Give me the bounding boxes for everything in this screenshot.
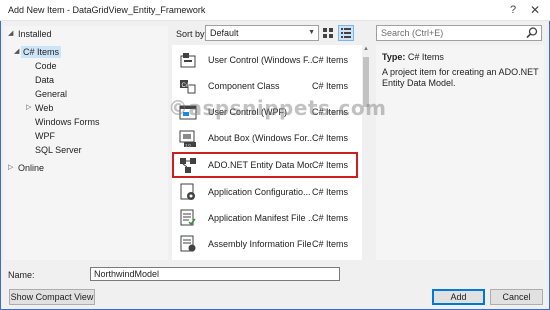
item-category: C# Items: [312, 239, 349, 249]
list-item-application-configuration[interactable]: Application Configuratio... C# Items: [172, 179, 358, 205]
tree-item-web[interactable]: Web: [35, 102, 53, 114]
item-list-scrollbar[interactable]: ▲: [362, 45, 370, 260]
list-item-user-control-wpf[interactable]: User Control (WPF) C# Items: [172, 99, 358, 125]
search-placeholder: Search (Ctrl+E): [381, 28, 444, 38]
list-item-assembly-information[interactable]: Assembly Information File C# Items: [172, 231, 358, 257]
cancel-button[interactable]: Cancel: [490, 289, 543, 305]
add-button[interactable]: Add: [432, 289, 485, 305]
collapse-arrow-icon[interactable]: ◢: [8, 28, 13, 40]
window-title: Add New Item - DataGridView_Entity_Frame…: [8, 5, 206, 15]
list-item-about-box[interactable]: 1.0 About Box (Windows For... C# Items: [172, 125, 358, 151]
item-type-label: Type:: [382, 52, 406, 62]
tree-item-general[interactable]: General: [35, 88, 67, 100]
item-category: C# Items: [312, 107, 349, 117]
item-category: C# Items: [312, 187, 349, 197]
tree-item-data[interactable]: Data: [35, 74, 54, 86]
title-bar: Add New Item - DataGridView_Entity_Frame…: [0, 0, 550, 21]
list-view-button[interactable]: [338, 25, 354, 41]
user-control-icon: [180, 53, 196, 68]
app-config-icon: [180, 183, 195, 200]
list-item-application-manifest[interactable]: Application Manifest File ... C# Items: [172, 205, 358, 231]
tree-item-wpf[interactable]: WPF: [35, 130, 55, 142]
item-name: User Control (WPF): [208, 107, 288, 117]
item-name: Component Class: [208, 81, 280, 91]
sort-value: Default: [210, 28, 239, 38]
item-name: About Box (Windows For...: [208, 133, 312, 143]
search-input[interactable]: Search (Ctrl+E): [376, 25, 542, 41]
tree-item-online[interactable]: Online: [18, 162, 44, 174]
search-icon[interactable]: [525, 26, 539, 40]
tree-item-sql-server[interactable]: SQL Server: [35, 144, 82, 156]
svg-text:1.0: 1.0: [185, 142, 191, 147]
item-name: Application Manifest File ...: [208, 213, 312, 223]
item-description: A project item for creating an ADO.NET E…: [382, 67, 539, 88]
item-name: User Control (Windows F...: [208, 55, 312, 65]
template-tree-pane: ◢ Installed ◢ C# Items Code Data General…: [4, 26, 168, 260]
tree-item-code[interactable]: Code: [35, 60, 57, 72]
item-category: C# Items: [312, 213, 349, 223]
tree-item-csharp-items[interactable]: C# Items: [21, 46, 62, 58]
svg-text:C#: C#: [182, 83, 190, 89]
item-type: Type: C# Items: [382, 52, 444, 62]
list-item-user-control-winforms[interactable]: User Control (Windows F... C# Items: [172, 47, 358, 73]
app-manifest-icon: [180, 209, 196, 226]
collapse-arrow-icon[interactable]: ◢: [14, 46, 19, 58]
about-box-icon: 1.0: [179, 130, 196, 147]
item-name: Application Configuratio...: [208, 187, 311, 197]
item-name: ADO.NET Entity Data Model: [208, 160, 312, 170]
item-info-pane: Type: C# Items A project item for creati…: [376, 45, 544, 260]
item-category: C# Items: [312, 160, 349, 170]
item-category: C# Items: [312, 55, 349, 65]
list-item-ado-net-entity-data-model[interactable]: ADO.NET Entity Data Model C# Items: [172, 152, 358, 178]
item-category: C# Items: [312, 133, 349, 143]
scrollbar-thumb[interactable]: [363, 57, 369, 107]
tree-item-windows-forms[interactable]: Windows Forms: [35, 116, 100, 128]
item-template-list: User Control (Windows F... C# Items C# C…: [172, 45, 368, 260]
component-class-icon: C#: [180, 80, 196, 94]
medium-icons-view-button[interactable]: [320, 25, 336, 41]
grid-view-icon: [323, 28, 333, 38]
sort-select[interactable]: Default ▼: [205, 25, 319, 41]
chevron-down-icon: ▼: [308, 29, 315, 36]
tree-item-installed[interactable]: Installed: [18, 28, 52, 40]
scroll-up-icon[interactable]: ▲: [362, 46, 370, 52]
help-icon[interactable]: ?: [506, 3, 520, 17]
list-item-component-class[interactable]: C# Component Class C# Items: [172, 73, 358, 99]
wpf-user-control-icon: [179, 105, 197, 120]
item-category: C# Items: [312, 81, 349, 91]
name-field[interactable]: NorthwindModel: [90, 267, 340, 281]
item-type-value: C# Items: [407, 52, 444, 62]
expand-arrow-icon[interactable]: ▷: [8, 162, 13, 174]
sort-label: Sort by:: [176, 29, 208, 39]
name-label: Name:: [8, 270, 35, 280]
close-icon[interactable]: ✕: [526, 2, 544, 18]
show-compact-view-button[interactable]: Show Compact View: [9, 289, 95, 305]
list-view-icon: [341, 28, 351, 38]
item-name: Assembly Information File: [208, 239, 312, 249]
entity-data-model-icon: [180, 158, 196, 173]
expand-arrow-icon[interactable]: ▷: [26, 102, 31, 114]
assembly-info-icon: [180, 235, 196, 252]
